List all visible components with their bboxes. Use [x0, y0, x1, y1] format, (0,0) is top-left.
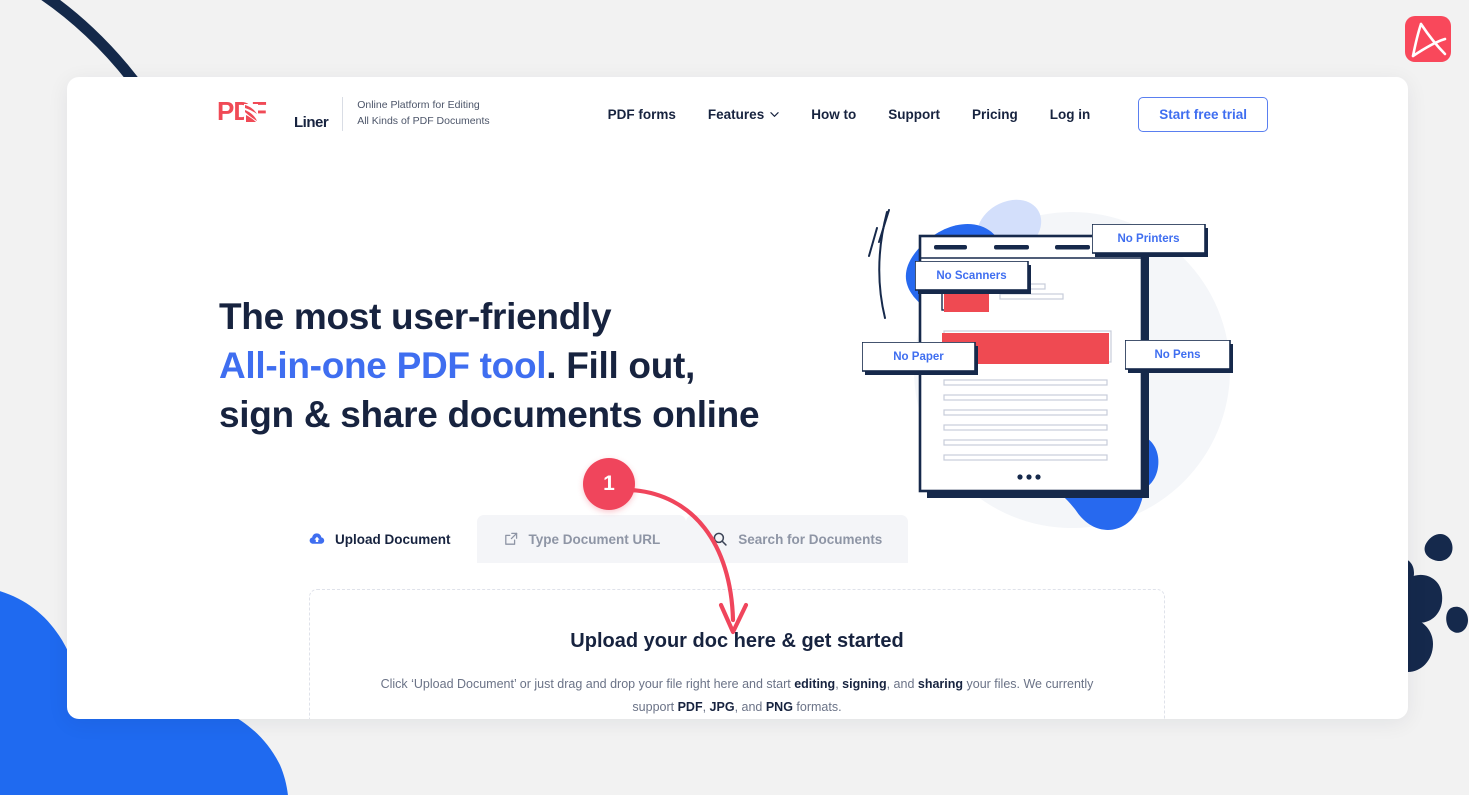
- headline-line-3: sign & share documents online: [219, 393, 760, 435]
- dropzone-text-5: ,: [702, 700, 710, 715]
- file-dropzone[interactable]: Upload your doc here & get started Click…: [309, 589, 1165, 719]
- tab-label: Upload Document: [335, 531, 451, 547]
- nav-item-support[interactable]: Support: [888, 107, 940, 122]
- start-free-trial-button[interactable]: Start free trial: [1138, 96, 1269, 132]
- pdf-logo-icon: PDF: [217, 97, 267, 126]
- dropzone-bold-png: PNG: [765, 700, 793, 715]
- dropzone-description: Click ‘Upload Document’ or just drag and…: [372, 673, 1102, 719]
- nav-item-pricing[interactable]: Pricing: [972, 107, 1018, 122]
- hero-section: The most user-friendly All-in-one PDF to…: [67, 135, 1408, 530]
- hero-badge-label: No Paper: [893, 350, 944, 363]
- cloud-upload-icon: [309, 533, 325, 544]
- nav-label: How to: [811, 106, 857, 122]
- dropzone-bold-jpg: JPG: [709, 700, 735, 715]
- dropzone-bold-editing: editing: [794, 677, 836, 691]
- nav-label: PDF forms: [607, 106, 676, 122]
- tab-search-for-documents[interactable]: Search for Documents: [686, 515, 909, 563]
- headline-accent: All-in-one PDF tool: [219, 344, 547, 386]
- site-logo[interactable]: PDF Liner Online Platform for Editing Al…: [217, 97, 490, 131]
- dropzone-text-7: formats.: [792, 700, 842, 715]
- nav-item-features[interactable]: Features: [708, 107, 779, 122]
- dropzone-bold-signing: signing: [842, 677, 887, 691]
- logo-liner-text: Liner: [294, 114, 329, 131]
- headline-line-1: The most user-friendly: [219, 296, 612, 337]
- nav-label: Log in: [1049, 106, 1091, 122]
- hero-badge-label: No Scanners: [936, 269, 1007, 282]
- upload-tabs: Upload Document Type Document URL Search…: [283, 515, 1191, 563]
- headline-line-2: All-in-one PDF tool. Fill out,: [219, 342, 759, 391]
- chevron-down-icon: [770, 110, 779, 119]
- dropzone-bold-pdf: PDF: [677, 700, 703, 715]
- hero-badge-no-pens: No Pens: [1124, 339, 1235, 379]
- search-icon: [713, 532, 727, 546]
- logo-wordmark: PDF Liner: [217, 97, 329, 131]
- nav-label: Features: [707, 106, 765, 122]
- external-link-icon: [504, 532, 517, 545]
- nav-item-how-to[interactable]: How to: [811, 107, 856, 122]
- tab-type-document-url[interactable]: Type Document URL: [476, 515, 687, 563]
- svg-text:PDF: PDF: [217, 97, 266, 126]
- hero-badge-no-scanners: No Scanners: [914, 260, 1033, 300]
- nav-label: Pricing: [971, 106, 1018, 122]
- hero-badge-no-printers: No Printers: [1091, 223, 1210, 263]
- hero-badge-label: No Printers: [1117, 232, 1180, 245]
- logo-divider: [342, 97, 344, 131]
- site-header: PDF Liner Online Platform for Editing Al…: [67, 77, 1408, 135]
- pdfliner-logo-mark[interactable]: [1403, 14, 1453, 64]
- dropzone-text-1: Click ‘Upload Document’ or just drag and…: [380, 677, 795, 691]
- nav-label: Support: [888, 106, 940, 122]
- dropzone-title: Upload your doc here & get started: [570, 630, 904, 652]
- hero-badge-no-paper: No Paper: [861, 341, 980, 381]
- logo-tagline-line-1: Online Platform for Editing: [357, 99, 480, 112]
- tab-label: Search for Documents: [738, 531, 883, 547]
- dropzone-bold-sharing: sharing: [917, 677, 964, 691]
- hero-badge-label: No Pens: [1154, 348, 1201, 361]
- upload-panel: Upload Document Type Document URL Search…: [283, 515, 1191, 719]
- nav-item-log-in[interactable]: Log in: [1050, 107, 1091, 122]
- dropzone-text-3: , and: [886, 677, 918, 691]
- headline-line-2-rest: . Fill out,: [546, 344, 696, 386]
- tab-label: Type Document URL: [528, 531, 661, 547]
- logo-tagline: Online Platform for Editing All Kinds of…: [357, 98, 489, 130]
- main-navigation: PDF forms Features How to Support Pricin…: [608, 96, 1269, 132]
- tab-upload-document[interactable]: Upload Document: [283, 515, 477, 563]
- page-card: PDF Liner Online Platform for Editing Al…: [67, 77, 1408, 719]
- logo-tagline-line-2: All Kinds of PDF Documents: [357, 115, 490, 127]
- dropzone-text-6: , and: [734, 700, 766, 715]
- page-title: The most user-friendly All-in-one PDF to…: [219, 293, 760, 439]
- nav-item-pdf-forms[interactable]: PDF forms: [608, 107, 676, 122]
